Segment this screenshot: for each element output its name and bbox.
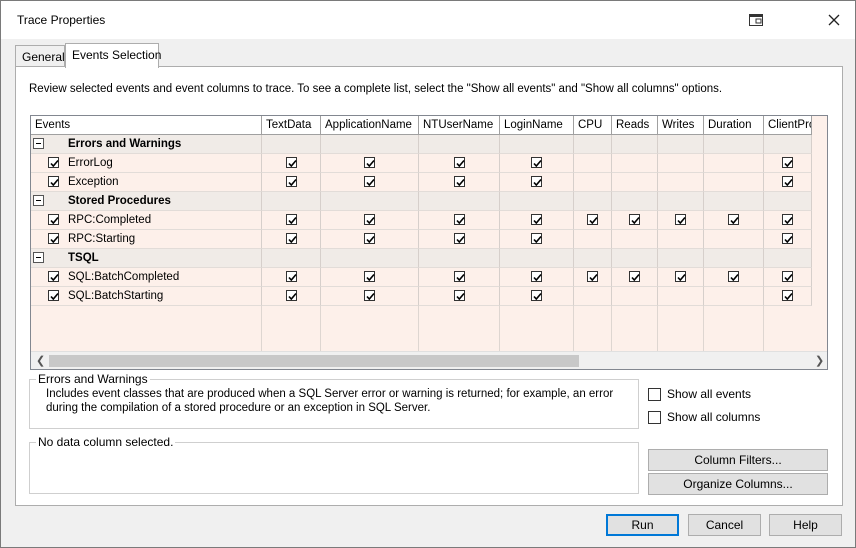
column-checkbox[interactable] [782, 233, 793, 244]
column-filters-button[interactable]: Column Filters... [648, 449, 828, 471]
scroll-left-icon[interactable]: ❮ [36, 354, 45, 367]
column-checkbox[interactable] [454, 290, 465, 301]
column-checkbox[interactable] [364, 271, 375, 282]
column-checkbox[interactable] [531, 233, 542, 244]
column-checkbox[interactable] [286, 290, 297, 301]
column-checkbox[interactable] [531, 176, 542, 187]
event-checkbox[interactable] [48, 157, 59, 168]
column-checkbox[interactable] [675, 271, 686, 282]
column-checkbox[interactable] [531, 290, 542, 301]
column-checkbox[interactable] [531, 271, 542, 282]
category-label: TSQL [68, 252, 99, 264]
column-checkbox[interactable] [629, 271, 640, 282]
show-all-columns-box[interactable] [648, 411, 661, 424]
description-text: Review selected events and event columns… [29, 83, 723, 95]
column-checkbox[interactable] [728, 214, 739, 225]
column-checkbox[interactable] [454, 176, 465, 187]
column-checkbox[interactable] [782, 271, 793, 282]
event-label: Exception [68, 176, 119, 188]
run-button[interactable]: Run [606, 514, 679, 536]
window-title: Trace Properties [17, 13, 106, 27]
event-label: SQL:BatchStarting [68, 290, 164, 302]
event-checkbox[interactable] [48, 271, 59, 282]
trace-properties-window: Trace Properties General Events Selectio… [0, 0, 856, 548]
column-info-group: No data column selected. [29, 435, 639, 494]
column-checkbox[interactable] [364, 290, 375, 301]
column-header[interactable]: LoginName [500, 116, 574, 135]
column-header[interactable]: ClientProcessI [764, 116, 812, 135]
column-checkbox[interactable] [454, 271, 465, 282]
window-icon[interactable] [745, 9, 767, 31]
column-checkbox[interactable] [364, 176, 375, 187]
event-info-group: Errors and Warnings Includes event class… [29, 372, 639, 429]
column-checkbox[interactable] [531, 157, 542, 168]
column-checkbox[interactable] [454, 233, 465, 244]
column-checkbox[interactable] [728, 271, 739, 282]
column-checkbox[interactable] [364, 214, 375, 225]
column-checkbox[interactable] [286, 157, 297, 168]
column-checkbox[interactable] [587, 271, 598, 282]
column-header[interactable]: ApplicationName [321, 116, 419, 135]
help-button[interactable]: Help [769, 514, 842, 536]
event-info-title: Errors and Warnings [36, 372, 150, 386]
event-label: SQL:BatchCompleted [68, 271, 180, 283]
show-all-events-box[interactable] [648, 388, 661, 401]
column-info-title: No data column selected. [36, 435, 176, 449]
show-all-events-label[interactable]: Show all events [667, 387, 751, 401]
column-checkbox[interactable] [454, 214, 465, 225]
column-checkbox[interactable] [782, 157, 793, 168]
events-grid[interactable]: Events TextData ApplicationName NTUserName L… [30, 115, 828, 370]
collapse-icon[interactable] [33, 138, 44, 149]
horizontal-scrollbar[interactable]: ❮ ❯ [31, 351, 827, 369]
column-checkbox[interactable] [364, 233, 375, 244]
column-header[interactable]: CPU [574, 116, 612, 135]
column-checkbox[interactable] [782, 176, 793, 187]
column-checkbox[interactable] [286, 214, 297, 225]
category-label: Errors and Warnings [68, 138, 182, 150]
event-checkbox[interactable] [48, 290, 59, 301]
column-checkbox[interactable] [286, 233, 297, 244]
column-checkbox[interactable] [454, 157, 465, 168]
event-label: RPC:Completed [68, 214, 152, 226]
column-checkbox[interactable] [675, 214, 686, 225]
scrollbar-thumb[interactable] [49, 355, 579, 367]
scroll-right-icon[interactable]: ❯ [815, 354, 824, 367]
column-checkbox[interactable] [629, 214, 640, 225]
events-selection-panel: Review selected events and event columns… [15, 66, 843, 506]
column-header[interactable]: Events [31, 116, 262, 135]
category-label: Stored Procedures [68, 195, 171, 207]
column-header[interactable]: TextData [262, 116, 321, 135]
event-checkbox[interactable] [48, 214, 59, 225]
column-header[interactable]: NTUserName [419, 116, 500, 135]
organize-columns-button[interactable]: Organize Columns... [648, 473, 828, 495]
event-checkbox[interactable] [48, 233, 59, 244]
column-checkbox[interactable] [782, 214, 793, 225]
title-bar: Trace Properties [1, 1, 855, 39]
column-header[interactable]: Writes [658, 116, 704, 135]
column-header[interactable]: Reads [612, 116, 658, 135]
column-checkbox[interactable] [531, 214, 542, 225]
event-label: RPC:Starting [68, 233, 136, 245]
event-info-text: Includes event classes that are produced… [46, 388, 614, 414]
column-checkbox[interactable] [587, 214, 598, 225]
collapse-icon[interactable] [33, 252, 44, 263]
grid-empty-area [31, 306, 812, 351]
column-checkbox[interactable] [286, 271, 297, 282]
event-checkbox[interactable] [48, 176, 59, 187]
show-all-columns-label[interactable]: Show all columns [667, 410, 760, 424]
column-checkbox[interactable] [364, 157, 375, 168]
collapse-icon[interactable] [33, 195, 44, 206]
tab-general[interactable]: General [15, 45, 65, 67]
column-header[interactable]: Duration [704, 116, 764, 135]
cancel-button[interactable]: Cancel [688, 514, 761, 536]
tab-events-selection[interactable]: Events Selection [65, 43, 161, 68]
column-checkbox[interactable] [782, 290, 793, 301]
close-icon[interactable] [823, 9, 845, 31]
column-checkbox[interactable] [286, 176, 297, 187]
event-label: ErrorLog [68, 157, 113, 169]
